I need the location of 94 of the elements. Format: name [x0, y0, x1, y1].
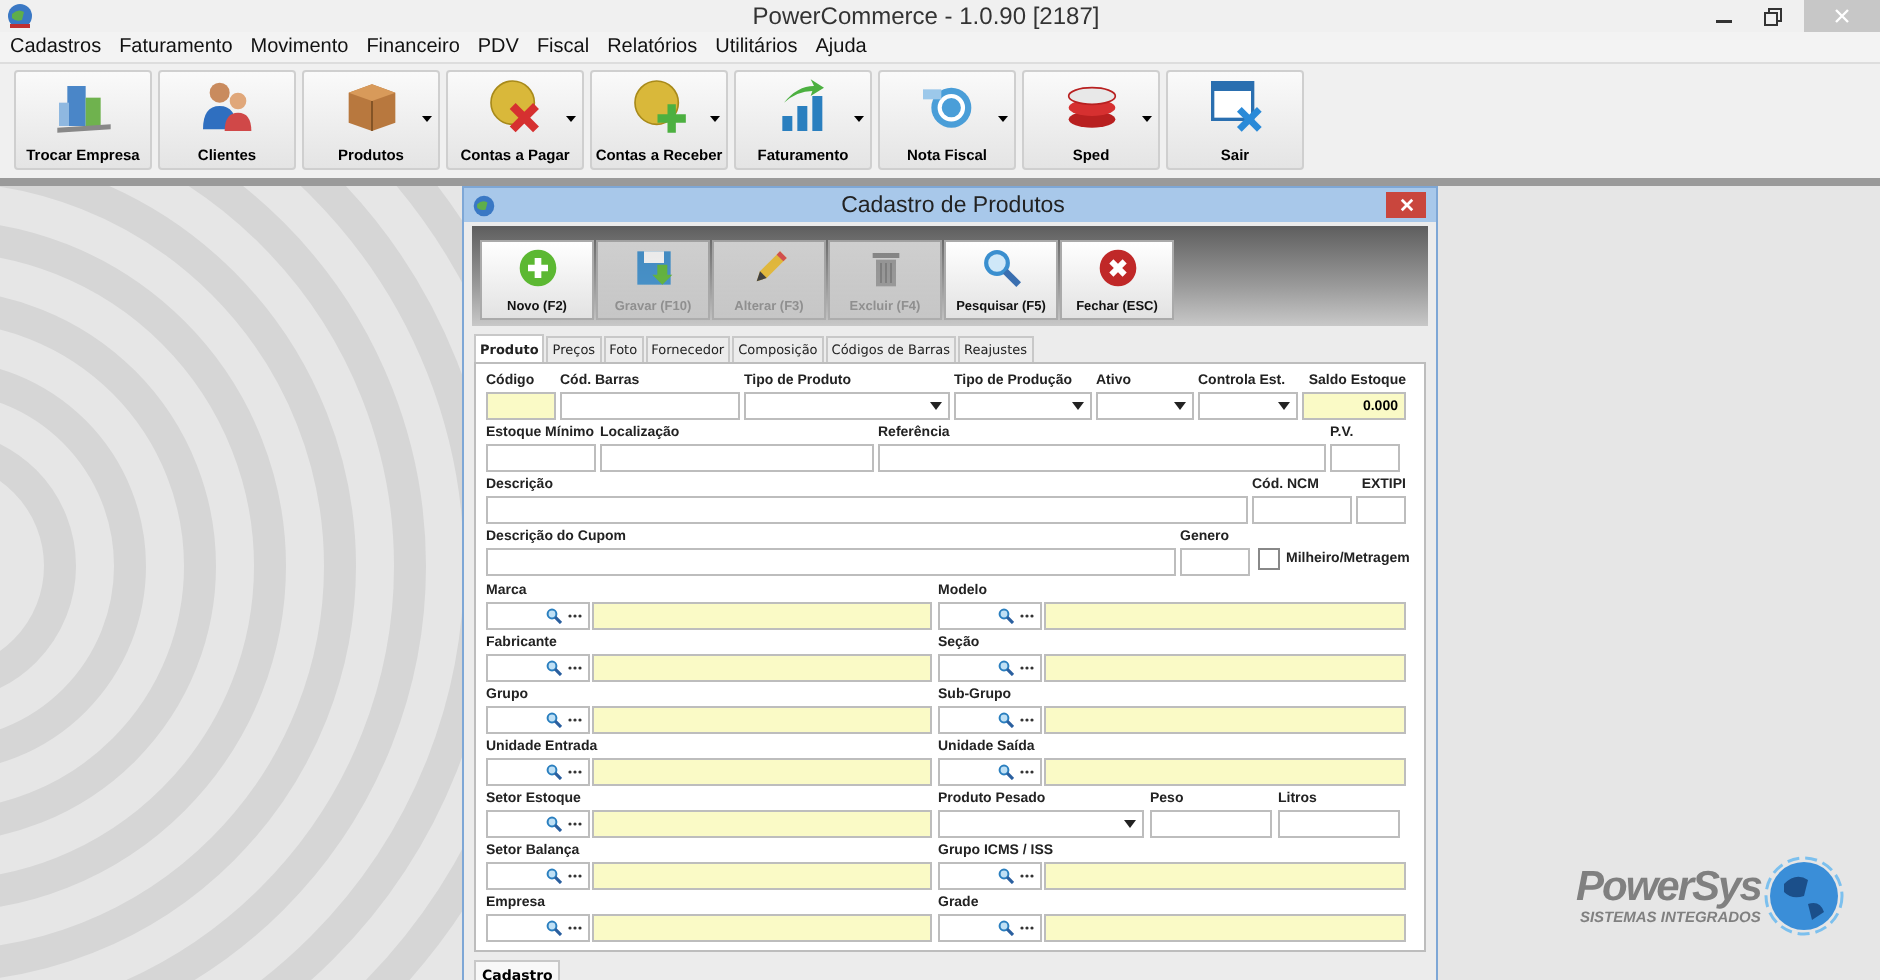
caret-icon [998, 116, 1008, 122]
caret-icon [1142, 116, 1152, 122]
description-input[interactable] [1044, 602, 1406, 630]
search-icon [981, 248, 1021, 288]
code-input-field[interactable] [938, 914, 1042, 942]
menu-item[interactable]: Financeiro [366, 36, 460, 58]
dropdown-field[interactable] [1096, 392, 1194, 420]
caret-icon [1278, 402, 1290, 410]
caret-icon [854, 116, 864, 122]
code-input-field[interactable] [938, 706, 1042, 734]
exit-window-icon [1205, 76, 1265, 136]
search-icon [546, 816, 562, 832]
dialog-title: Cadastro de Produtos [839, 193, 1067, 217]
menu-item[interactable]: Faturamento [119, 36, 233, 58]
caret-icon [710, 116, 720, 122]
code-input-field[interactable] [486, 862, 590, 890]
search-icon [998, 920, 1014, 936]
plus-icon [517, 248, 557, 288]
text-input[interactable] [486, 496, 1248, 524]
dropdown-field[interactable] [744, 392, 950, 420]
code-input-field[interactable] [938, 654, 1042, 682]
text-input[interactable] [1180, 548, 1250, 576]
checkbox[interactable] [1258, 548, 1280, 570]
window-title: PowerCommerce - 1.0.90 [2187] [750, 2, 1102, 30]
description-input[interactable] [592, 654, 932, 682]
globe-logo-icon [1764, 856, 1845, 936]
search-icon [546, 764, 562, 780]
caret-icon [1072, 402, 1084, 410]
menu-item[interactable]: Fiscal [536, 36, 590, 58]
close-icon [1834, 8, 1850, 24]
search-icon [546, 660, 562, 676]
search-icon [998, 608, 1014, 624]
search-icon [546, 712, 562, 728]
app-globe-icon [472, 193, 496, 217]
search-icon [998, 868, 1014, 884]
description-input[interactable] [1044, 706, 1406, 734]
search-icon [546, 868, 562, 884]
caret-icon [1174, 402, 1186, 410]
code-input-field[interactable] [486, 654, 590, 682]
text-input[interactable] [878, 444, 1326, 472]
dropdown-field[interactable] [1198, 392, 1298, 420]
description-input[interactable] [592, 602, 932, 630]
text-input[interactable] [486, 548, 1176, 576]
close-button[interactable] [1386, 192, 1426, 218]
coin-plus-icon [629, 76, 689, 136]
description-input[interactable] [592, 758, 932, 786]
code-input-field[interactable] [486, 602, 590, 630]
dropdown-field[interactable] [954, 392, 1092, 420]
search-icon [998, 660, 1014, 676]
text-input[interactable] [1252, 496, 1352, 524]
description-input[interactable] [592, 862, 932, 890]
app-globe-icon [6, 2, 34, 30]
description-input[interactable] [592, 914, 932, 942]
code-input-field[interactable] [486, 810, 590, 838]
text-input[interactable] [560, 392, 740, 420]
text-input[interactable] [486, 392, 556, 420]
description-input[interactable] [1044, 914, 1406, 942]
coin-x-icon [485, 76, 545, 136]
description-input[interactable] [592, 706, 932, 734]
search-icon [998, 712, 1014, 728]
caret-icon [566, 116, 576, 122]
dropdown-field[interactable] [938, 810, 1144, 838]
menu-item[interactable]: Ajuda [815, 36, 867, 58]
text-input[interactable] [1330, 444, 1400, 472]
caret-icon [930, 402, 942, 410]
description-input[interactable] [1044, 758, 1406, 786]
caret-icon [422, 116, 432, 122]
description-input[interactable] [1044, 654, 1406, 682]
code-input-field[interactable] [486, 914, 590, 942]
search-icon [546, 608, 562, 624]
text-input[interactable] [1150, 810, 1272, 838]
description-input[interactable] [1044, 862, 1406, 890]
description-input[interactable] [592, 810, 932, 838]
code-input-field[interactable] [486, 758, 590, 786]
close-circle-icon [1097, 248, 1137, 288]
logo-name: PowerSys [1576, 867, 1761, 907]
menu-item[interactable]: PDV [477, 36, 519, 58]
menu-item[interactable]: Utilitários [715, 36, 798, 58]
text-input[interactable] [1356, 496, 1406, 524]
caret-icon [1124, 820, 1136, 828]
code-input-field[interactable] [486, 706, 590, 734]
menu-item[interactable]: Movimento [250, 36, 349, 58]
search-icon [546, 920, 562, 936]
code-input-field[interactable] [938, 862, 1042, 890]
search-icon [998, 764, 1014, 780]
text-input[interactable] [1278, 810, 1400, 838]
menu-item[interactable]: Relatórios [607, 36, 698, 58]
code-input-field[interactable] [938, 758, 1042, 786]
code-input-field[interactable] [938, 602, 1042, 630]
text-input[interactable] [486, 444, 596, 472]
text-input[interactable] [600, 444, 874, 472]
menu-item[interactable]: Cadastros [10, 36, 102, 58]
restore-icon [1764, 7, 1782, 25]
close-icon [1399, 198, 1413, 212]
